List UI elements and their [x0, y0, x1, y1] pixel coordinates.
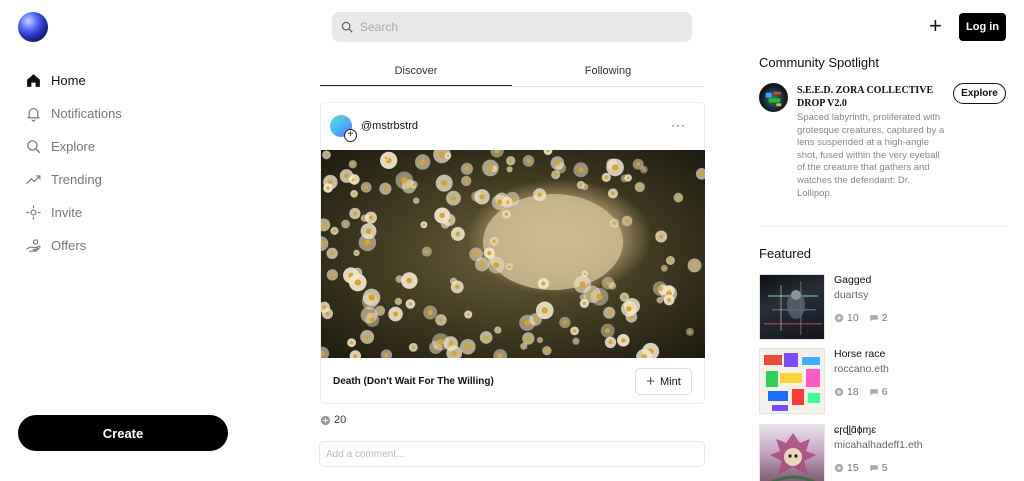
home-icon — [24, 72, 42, 90]
sidebar-item-label: Offers — [51, 238, 87, 253]
tab-following[interactable]: Following — [512, 57, 704, 86]
featured-like-count: 15 — [847, 462, 859, 474]
featured-title[interactable]: ɕɼɖɭɑ̃ɸɱɛ — [834, 424, 876, 436]
trending-icon — [24, 171, 42, 189]
sidebar-item-trending[interactable]: Trending — [24, 163, 122, 196]
plus-circle-icon — [834, 463, 844, 473]
featured-like-count: 10 — [847, 312, 859, 324]
sphere-logo-icon[interactable] — [18, 12, 48, 42]
post-title: Death (Don't Wait For The Willing) — [333, 375, 494, 387]
sidebar-item-label: Invite — [51, 205, 83, 220]
featured-stats: 18 6 — [834, 386, 888, 398]
comment-icon — [869, 315, 878, 322]
featured-author[interactable]: roccano.eth — [834, 363, 889, 375]
comment-input[interactable] — [319, 441, 705, 467]
plus-circle-icon — [320, 415, 331, 425]
sidebar-item-label: Trending — [51, 172, 102, 187]
featured-item[interactable]: ɕɼɖɭɑ̃ɸɱɛ micahalhadeff1.eth 15 5 — [759, 424, 1009, 481]
sidebar-item-offers[interactable]: Offers — [24, 229, 122, 262]
feed-tabs: Discover Following — [320, 57, 704, 87]
plus-circle-icon — [834, 387, 844, 397]
daisy-field-illustration — [321, 150, 705, 358]
spotlight-description: Spaced labyrinth, proliferated with grot… — [797, 112, 945, 199]
spotlight-title[interactable]: S.E.E.D. ZORA COLLECTIVE DROP V2.0 — [797, 84, 947, 110]
sidebar-item-label: Explore — [51, 139, 96, 154]
featured-stats: 15 5 — [834, 462, 888, 474]
offers-icon — [24, 237, 42, 255]
featured-comment-count: 6 — [881, 386, 888, 398]
post-like-count[interactable]: 20 — [320, 414, 346, 426]
featured-author[interactable]: duartsy — [834, 289, 868, 301]
post-footer: Death (Don't Wait For The Willing) + Min… — [321, 358, 705, 404]
featured-thumbnail[interactable] — [759, 274, 825, 340]
search-icon — [24, 138, 42, 156]
sidebar-item-home[interactable]: Home — [24, 64, 122, 97]
mint-button[interactable]: + Mint — [635, 368, 692, 395]
more-options-icon[interactable]: ··· — [671, 118, 686, 132]
follow-plus-icon[interactable]: + — [344, 129, 357, 142]
sidebar-nav: Home Notifications Explore Trending Invi… — [24, 64, 122, 262]
featured-comment-count: 5 — [881, 462, 888, 474]
post-artwork[interactable] — [321, 150, 705, 358]
featured-title[interactable]: Horse race — [834, 348, 885, 360]
sidebar-item-invite[interactable]: Invite — [24, 196, 122, 229]
comment-icon — [869, 389, 878, 396]
create-button[interactable]: Create — [18, 415, 228, 451]
comment-icon — [869, 465, 878, 472]
featured-title[interactable]: Gagged — [834, 274, 871, 286]
sidebar-item-label: Notifications — [51, 106, 122, 121]
tab-discover[interactable]: Discover — [320, 57, 512, 86]
bell-icon — [24, 105, 42, 123]
sidebar-item-explore[interactable]: Explore — [24, 130, 122, 163]
plus-circle-icon — [834, 313, 844, 323]
add-icon[interactable]: + — [929, 15, 947, 37]
divider — [759, 226, 1006, 227]
sidebar-item-notifications[interactable]: Notifications — [24, 97, 122, 130]
search-icon — [340, 20, 354, 34]
featured-thumbnail[interactable] — [759, 348, 825, 414]
featured-like-count: 18 — [847, 386, 859, 398]
invite-icon — [24, 204, 42, 222]
featured-comment-count: 2 — [881, 312, 888, 324]
spotlight-avatar[interactable] — [759, 83, 788, 112]
featured-item[interactable]: Gagged duartsy 10 2 — [759, 274, 1009, 340]
avatar[interactable]: + — [330, 115, 357, 142]
sidebar-item-label: Home — [51, 73, 86, 88]
featured-thumbnail[interactable] — [759, 424, 825, 481]
explore-button[interactable]: Explore — [953, 83, 1006, 104]
plus-icon: + — [646, 373, 655, 390]
login-button[interactable]: Log in — [959, 13, 1006, 41]
community-spotlight-heading: Community Spotlight — [759, 55, 879, 70]
post-username[interactable]: @mstrbstrd — [361, 120, 418, 132]
featured-heading: Featured — [759, 246, 812, 261]
featured-item[interactable]: Horse race roccano.eth 18 6 — [759, 348, 1009, 414]
search-bar[interactable] — [332, 12, 692, 42]
post-card: + @mstrbstrd ··· Death (Don't Wait For T… — [320, 102, 705, 404]
like-count: 20 — [334, 414, 347, 426]
search-input[interactable] — [360, 20, 660, 34]
featured-stats: 10 2 — [834, 312, 888, 324]
featured-author[interactable]: micahalhadeff1.eth — [834, 439, 923, 451]
mint-label: Mint — [659, 375, 681, 388]
post-header: + @mstrbstrd ··· — [321, 103, 704, 149]
